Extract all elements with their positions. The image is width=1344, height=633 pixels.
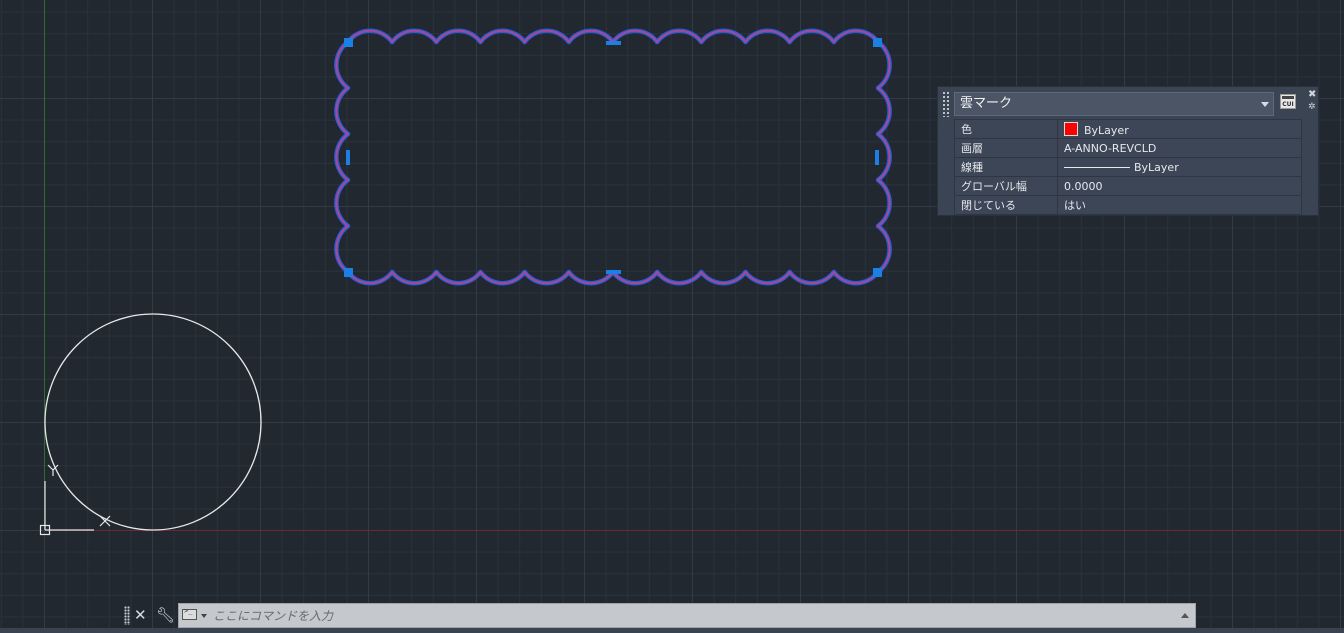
close-icon[interactable]: ✖ (1308, 90, 1316, 100)
property-label: グローバル幅 (954, 176, 1058, 196)
property-row-color[interactable]: 色 ByLayer (954, 119, 1302, 139)
ucs-icon (39, 464, 111, 536)
property-label: 画層 (954, 138, 1058, 158)
property-label: 色 (954, 119, 1058, 139)
grips (344, 38, 882, 277)
grip-midpoint[interactable] (346, 150, 350, 165)
panel-grip-handle[interactable] (942, 91, 950, 117)
revision-cloud-highlight (335, 29, 891, 285)
cui-icon[interactable]: CUI (1280, 94, 1296, 109)
properties-table: 色 ByLayer 画層 A-ANNO-REVCLD 線種 ByLayer グロ… (954, 119, 1302, 215)
grip-midpoint[interactable] (606, 41, 621, 45)
terminal-icon[interactable] (182, 607, 197, 620)
command-input[interactable] (213, 606, 1173, 625)
property-value[interactable]: 0.0000 (1057, 176, 1302, 196)
status-strip (0, 628, 1344, 633)
grip-midpoint[interactable] (606, 270, 621, 274)
grip-corner[interactable] (344, 38, 353, 47)
property-value[interactable]: ByLayer (1057, 157, 1302, 177)
linetype-sample (1064, 166, 1130, 168)
property-row-linetype[interactable]: 線種 ByLayer (954, 157, 1302, 177)
property-row-global-width[interactable]: グローバル幅 0.0000 (954, 176, 1302, 196)
chevron-up-icon[interactable] (1181, 613, 1189, 618)
grip-corner[interactable] (344, 268, 353, 277)
color-swatch (1064, 121, 1078, 136)
command-input-box[interactable] (178, 603, 1196, 628)
object-type-dropdown[interactable]: 雲マーク (954, 92, 1274, 116)
chevron-down-icon[interactable] (201, 614, 207, 618)
property-row-closed[interactable]: 閉じている はい (954, 195, 1302, 215)
revision-cloud[interactable] (334, 28, 892, 286)
close-icon[interactable]: ✕ (134, 605, 147, 625)
linetype-value: ByLayer (1134, 160, 1179, 174)
color-value: ByLayer (1084, 123, 1129, 137)
grip-corner[interactable] (873, 38, 882, 47)
grip-midpoint[interactable] (875, 150, 879, 165)
chevron-down-icon (1261, 102, 1269, 107)
grip-corner[interactable] (873, 268, 882, 277)
property-row-layer[interactable]: 画層 A-ANNO-REVCLD (954, 138, 1302, 158)
property-value[interactable]: A-ANNO-REVCLD (1057, 138, 1302, 158)
object-type-value: 雲マーク (960, 96, 1013, 111)
quick-properties-panel: 雲マーク CUI ✖ ✲ 色 ByLayer 画層 A-ANNO-REVCLD … (937, 86, 1319, 216)
command-line-grip-handle[interactable] (124, 606, 130, 625)
command-line: ✕ 🔧︎ (122, 603, 1196, 628)
property-label: 閉じている (954, 195, 1058, 215)
property-value[interactable]: はい (1057, 195, 1302, 215)
wrench-icon[interactable]: 🔧︎ (156, 605, 175, 625)
gear-icon[interactable]: ✲ (1308, 102, 1316, 112)
property-value[interactable]: ByLayer (1057, 119, 1302, 139)
property-label: 線種 (954, 157, 1058, 177)
